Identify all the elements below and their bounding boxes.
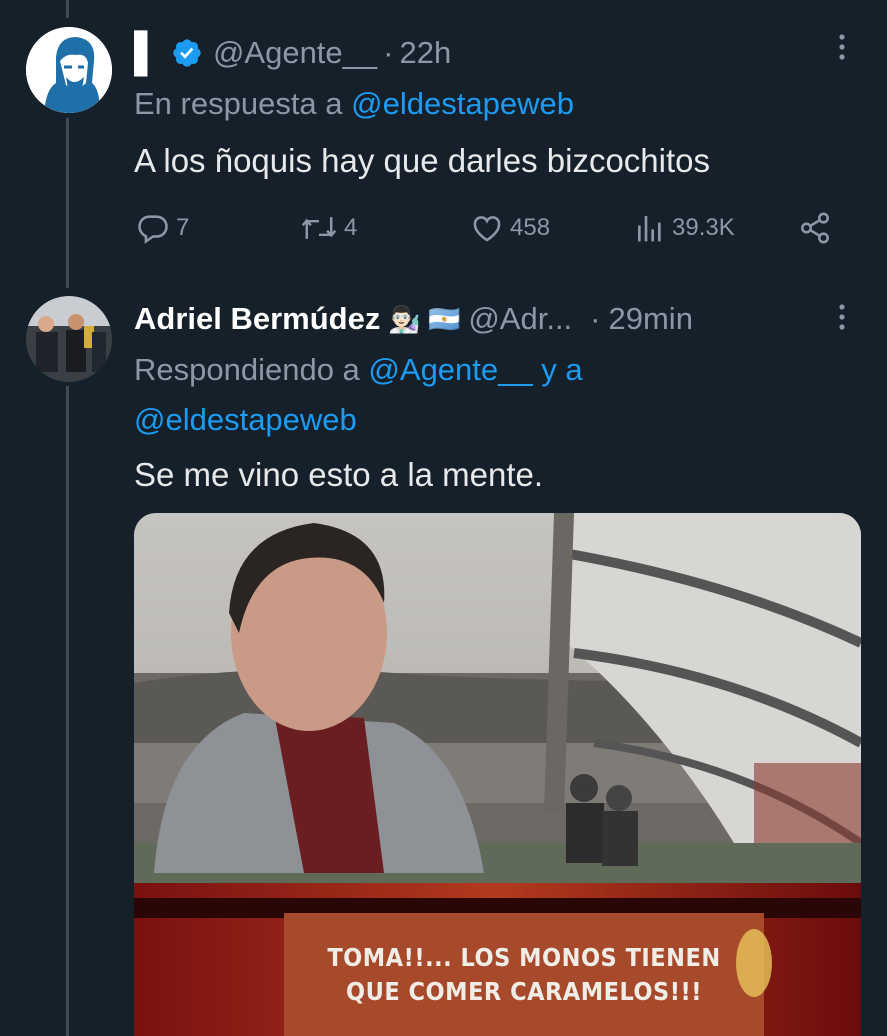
media-caption-line1: TOMA!!... LOS MONOS TIENEN — [327, 943, 721, 972]
tweet2-display-name[interactable]: Adriel Bermúdez — [134, 301, 380, 337]
thread-line-bottom — [66, 386, 69, 1036]
avatar-portrait-icon — [26, 27, 112, 113]
share-button[interactable] — [798, 208, 832, 248]
tweet1-separator: · — [383, 35, 394, 70]
verified-icon — [171, 37, 203, 69]
avatar-photo-icon — [26, 296, 112, 382]
tweet1-time[interactable]: 22h — [399, 35, 451, 71]
tweet2-reply-to-eldestape[interactable]: @eldestapeweb — [134, 402, 357, 438]
tweet2-reply-context-line1: Respondiendo a @Agente__ y a — [134, 352, 583, 388]
tweet2-reply-prefix: Respondiendo a — [134, 352, 360, 387]
thread-line-connector — [66, 118, 69, 288]
like-icon — [473, 216, 501, 242]
media-caption-line2: QUE COMER CARAMELOS!!! — [345, 977, 702, 1006]
tweet1-reply-prefix: En respuesta a — [134, 86, 343, 121]
tweet2-header: Adriel Bermúdez 👨🏻‍🔬 🇦🇷 @Adr... · 29min — [134, 296, 693, 342]
reply-icon — [138, 215, 168, 244]
views-button[interactable]: 39.3K — [634, 208, 735, 248]
like-count: 458 — [510, 214, 551, 241]
tweet2-separator: · — [590, 301, 601, 336]
tweet2-reply-to-agente[interactable]: @Agente__ — [368, 352, 532, 387]
tweet2-time[interactable]: 29min — [609, 301, 693, 337]
media-caption: TOMA!!... LOS MONOS TIENEN QUE COMER CAR… — [284, 941, 764, 1009]
views-count: 39.3K — [672, 214, 735, 241]
tweet2-emoji: 👨🏻‍🔬 🇦🇷 — [388, 303, 461, 334]
tweet2-more-icon[interactable] — [830, 302, 854, 336]
tweet2-handle[interactable]: @Adr... — [468, 301, 572, 337]
retweet-icon — [301, 217, 337, 239]
views-icon — [638, 216, 661, 242]
tweet1-reply-context: En respuesta a @eldestapeweb — [134, 86, 574, 122]
tweet2-text: Se me vino esto a la mente. — [134, 456, 544, 493]
share-icon — [800, 212, 830, 244]
tweet1-text: A los ñoquis hay que darles bizcochitos — [134, 142, 711, 179]
avatar-agente[interactable] — [26, 27, 112, 113]
tweet1-more-icon[interactable] — [830, 32, 854, 66]
reply-button[interactable]: 7 — [136, 208, 189, 248]
like-button[interactable]: 458 — [470, 208, 550, 248]
tweet1-reply-to-link[interactable]: @eldestapeweb — [351, 86, 574, 121]
retweet-count: 4 — [344, 214, 358, 241]
reply-count: 7 — [176, 214, 190, 241]
tweet1-display-name[interactable]: ▌ — [134, 34, 161, 72]
tweet1-handle[interactable]: @Agente__ — [213, 35, 377, 71]
thread-line-top — [66, 0, 69, 18]
tweet2-reply-conj[interactable]: y a — [541, 352, 582, 387]
retweet-button[interactable]: 4 — [300, 208, 357, 248]
tweet2-media[interactable]: TOMA!!... LOS MONOS TIENEN QUE COMER CAR… — [134, 513, 861, 1036]
tweet1-header: ▌ @Agente__ · 22h — [134, 30, 451, 76]
avatar-adriel[interactable] — [26, 296, 112, 382]
